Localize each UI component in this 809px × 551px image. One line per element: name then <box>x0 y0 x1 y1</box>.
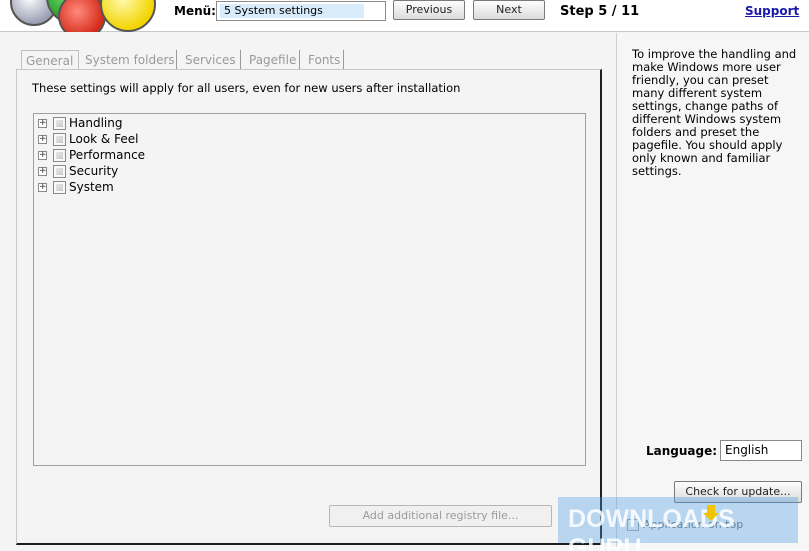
watermark-overlay: DOWNLOADS GURU <box>558 497 798 551</box>
help-text: To improve the handling and make Windows… <box>632 47 797 178</box>
logo-red-ball <box>58 0 106 32</box>
settings-info-text: These settings will apply for all users,… <box>32 81 461 95</box>
download-arrow-icon <box>703 505 719 521</box>
header-bar: Menü: 5 System settings Previous Next St… <box>0 0 809 32</box>
previous-button[interactable]: Previous <box>393 0 465 20</box>
tree-item-label: Performance <box>69 148 146 162</box>
language-dropdown[interactable]: English <box>720 440 802 461</box>
tree-item-label: Security <box>69 164 119 178</box>
security-checkbox[interactable] <box>53 165 66 178</box>
handling-checkbox[interactable] <box>53 117 66 130</box>
expand-icon[interactable]: + <box>38 151 47 160</box>
tab-system-folders[interactable]: System folders <box>81 50 177 70</box>
language-label: Language: <box>646 444 718 458</box>
tab-fonts[interactable]: Fonts <box>304 50 344 70</box>
expand-icon[interactable]: + <box>38 135 47 144</box>
tree-item-label: Handling <box>69 116 123 130</box>
menu-dropdown[interactable]: 5 System settings <box>216 1 386 21</box>
app-logo <box>0 0 165 32</box>
performance-checkbox[interactable] <box>53 149 66 162</box>
expand-icon[interactable]: + <box>38 183 47 192</box>
support-link[interactable]: Support <box>745 4 799 18</box>
logo-yellow-ball <box>100 0 156 32</box>
tree-item-label: System <box>69 180 114 194</box>
tab-services[interactable]: Services <box>181 50 241 70</box>
next-button[interactable]: Next <box>473 0 545 20</box>
tab-pagefile[interactable]: Pagefile <box>245 50 300 70</box>
help-sidebar: To improve the handling and make Windows… <box>616 33 809 551</box>
tree-item-label: Look & Feel <box>69 132 139 146</box>
system-checkbox[interactable] <box>53 181 66 194</box>
step-indicator: Step 5 / 11 <box>560 4 640 19</box>
watermark-text: DOWNLOADS GURU <box>568 505 735 551</box>
menu-label: Menü: <box>174 4 216 18</box>
expand-icon[interactable]: + <box>38 167 47 176</box>
look-and-feel-checkbox[interactable] <box>53 133 66 146</box>
menu-selected-value: 5 System settings <box>220 4 364 18</box>
expand-icon[interactable]: + <box>38 119 47 128</box>
tab-content-general: These settings will apply for all users,… <box>16 69 602 545</box>
settings-tree[interactable]: + Handling + Look & Feel + Performance +… <box>33 113 586 466</box>
main-panel: General System folders Services Pagefile… <box>0 33 615 551</box>
add-registry-file-button[interactable]: Add additional registry file... <box>329 505 552 527</box>
tab-general[interactable]: General <box>21 50 79 70</box>
